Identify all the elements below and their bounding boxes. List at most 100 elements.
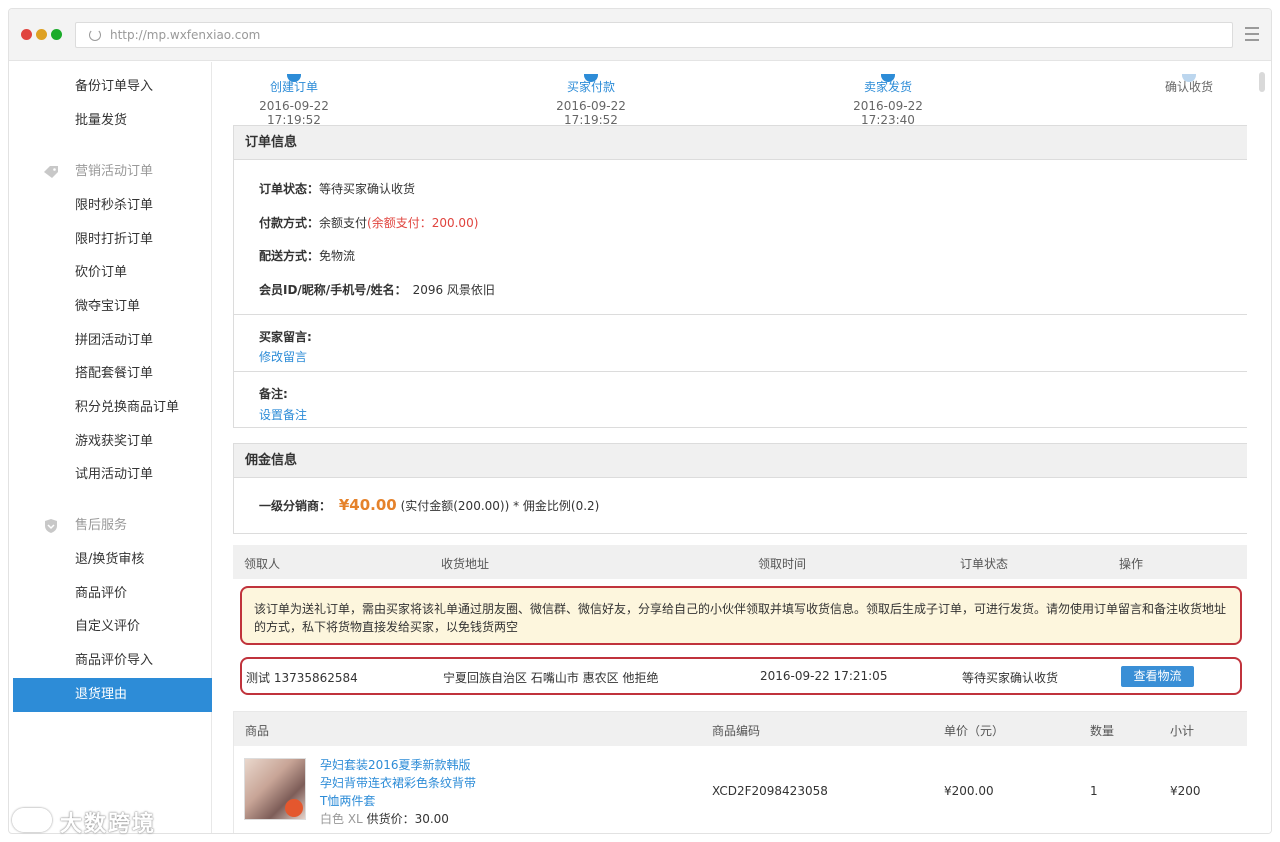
shipping-row: 配送方式：免物流: [259, 247, 355, 264]
sidebar-item-lottery[interactable]: 微夺宝订单: [13, 290, 212, 324]
commission-detail: (实付金额(200.00)) * 佣金比例(0.2): [400, 499, 600, 513]
remark-label: 备注:: [259, 385, 288, 402]
product-code: XCD2F2098423058: [712, 784, 828, 798]
field-label: 付款方式：: [259, 216, 320, 230]
column-header: 单价（元）: [944, 724, 1005, 738]
sidebar-item-batch-ship[interactable]: 批量发货: [13, 104, 212, 138]
commission-row: 一级分销商： ¥40.00 (实付金额(200.00)) * 佣金比例(0.2): [259, 496, 599, 514]
product-spec: 白色 XL 供货价：30.00: [320, 810, 449, 827]
buyer-message-label: 买家留言:: [259, 328, 312, 345]
field-label: 配送方式：: [259, 249, 320, 263]
url-text[interactable]: http://mp.wxfenxiao.com: [110, 28, 260, 42]
step-time: 2016-09-22 17:19:52: [259, 99, 329, 127]
sidebar-item-return-review[interactable]: 退/换货审核: [13, 543, 212, 577]
member-value: 2096 风景依旧: [412, 283, 495, 297]
product-name-link[interactable]: 孕妇套装2016夏季新款韩版孕妇背带连衣裙彩色条纹背带T恤两件套: [320, 756, 480, 810]
divider: [234, 314, 1249, 315]
time-cell: 2016-09-22 17:21:05: [760, 669, 888, 683]
step-time: 2016-09-22 17:19:52: [556, 99, 626, 127]
sidebar-group-label: 售后服务: [75, 518, 128, 533]
watermark-logo: [12, 808, 52, 832]
field-label: 订单状态：: [259, 182, 320, 196]
panel-title: 佣金信息: [234, 444, 1249, 478]
column-header: 商品编码: [712, 724, 761, 738]
payment-value: 余额支付: [319, 216, 368, 230]
supply-price: 供货价：30.00: [366, 812, 449, 826]
shield-icon: [45, 519, 57, 533]
sidebar-item-custom-review[interactable]: 自定义评价: [13, 610, 212, 644]
close-window-button[interactable]: [21, 29, 32, 40]
sidebar-item-combo[interactable]: 搭配套餐订单: [13, 357, 212, 391]
step-buyer-pay: 买家付款 2016-09-22 17:19:52: [536, 74, 646, 127]
payment-detail: (余额支付：200.00): [367, 216, 479, 230]
sidebar-item-points[interactable]: 积分兑换商品订单: [13, 391, 212, 425]
gift-order-notice: 该订单为送礼订单，需由买家将该礼单通过朋友圈、微信群、微信好友，分享给自己的小伙…: [240, 586, 1242, 645]
field-label: 一级分销商：: [259, 499, 332, 513]
field-label: 备注:: [259, 387, 288, 401]
column-header: 订单状态: [960, 557, 1009, 571]
maximize-window-button[interactable]: [51, 29, 62, 40]
commission-panel: 佣金信息 一级分销商： ¥40.00 (实付金额(200.00)) * 佣金比例…: [233, 443, 1250, 534]
quantity: 1: [1090, 784, 1098, 798]
sidebar-item-backup-import[interactable]: 备份订单导入: [13, 70, 212, 104]
order-status-row: 订单状态：等待买家确认收货: [259, 180, 415, 197]
browser-window: http://mp.wxfenxiao.com 备份订单导入 批量发货 营销活动…: [8, 8, 1272, 834]
column-header: 领取人: [244, 557, 281, 571]
spec-value: 白色 XL: [320, 812, 363, 826]
step-time: 2016-09-22 17:23:40: [853, 99, 923, 127]
sidebar-item-product-review[interactable]: 商品评价: [13, 577, 212, 611]
view-logistics-button[interactable]: 查看物流: [1121, 666, 1194, 687]
field-label: 买家留言:: [259, 330, 312, 344]
sidebar-item-game[interactable]: 游戏获奖订单: [13, 425, 212, 459]
sidebar-group-marketing: 营销活动订单: [13, 155, 212, 189]
order-info-panel: 订单信息 订单状态：等待买家确认收货 付款方式：余额支付(余额支付：200.00…: [233, 125, 1250, 428]
field-label: 会员ID/昵称/手机号/姓名：: [259, 283, 407, 297]
panel-title: 订单信息: [234, 126, 1249, 160]
column-header: 操作: [1119, 557, 1144, 571]
column-header: 数量: [1090, 724, 1115, 738]
column-header: 领取时间: [758, 557, 807, 571]
divider: [234, 371, 1249, 372]
status-cell: 等待买家确认收货: [962, 671, 1059, 685]
order-status-value: 等待买家确认收货: [319, 182, 416, 196]
receiver-cell: 测试 13735862584: [246, 671, 358, 685]
member-row: 会员ID/昵称/手机号/姓名： 2096 风景依旧: [259, 281, 495, 298]
scrollbar-handle[interactable]: [1259, 72, 1265, 92]
step-seller-ship: 卖家发货 2016-09-22 17:23:40: [833, 74, 943, 127]
scrollbar[interactable]: [1247, 62, 1271, 833]
goods-table: 商品 商品编码 单价（元） 数量 小计 孕妇套装2016夏季新款韩版孕妇背带连衣…: [233, 711, 1250, 833]
column-header: 收货地址: [441, 557, 490, 571]
payment-row: 付款方式：余额支付(余额支付：200.00): [259, 214, 478, 231]
sidebar-item-review-import[interactable]: 商品评价导入: [13, 644, 212, 678]
subtotal: ¥200: [1170, 784, 1201, 798]
menu-icon[interactable]: [1245, 27, 1259, 41]
edit-message-link[interactable]: 修改留言: [259, 348, 307, 365]
main-content: 创建订单 2016-09-22 17:19:52 买家付款 2016-09-22…: [214, 62, 1271, 833]
address-bar[interactable]: http://mp.wxfenxiao.com: [75, 22, 1233, 48]
minimize-window-button[interactable]: [36, 29, 47, 40]
table-header: 商品 商品编码 单价（元） 数量 小计: [234, 712, 1249, 746]
browser-toolbar: http://mp.wxfenxiao.com: [9, 9, 1271, 61]
shipping-value: 免物流: [319, 249, 356, 263]
reload-icon[interactable]: [89, 29, 101, 41]
table-header: 领取人 收货地址 领取时间 订单状态 操作: [233, 545, 1250, 579]
set-remark-link[interactable]: 设置备注: [259, 406, 307, 423]
sidebar-item-group-buy[interactable]: 拼团活动订单: [13, 324, 212, 358]
step-confirm-receipt: 确认收货: [1154, 74, 1224, 95]
sidebar: 备份订单导入 批量发货 营销活动订单 限时秒杀订单 限时打折订单 砍价订单 微夺…: [13, 62, 212, 833]
column-header: 商品: [245, 724, 270, 738]
sidebar-item-flash-sale[interactable]: 限时秒杀订单: [13, 189, 212, 223]
sidebar-item-bargain[interactable]: 砍价订单: [13, 256, 212, 290]
watermark: 大数跨境: [60, 812, 157, 837]
sidebar-item-discount[interactable]: 限时打折订单: [13, 223, 212, 257]
product-thumbnail[interactable]: [244, 758, 306, 820]
commission-amount: ¥40.00: [338, 496, 397, 514]
badge-icon: [285, 799, 303, 817]
sidebar-item-trial[interactable]: 试用活动订单: [13, 458, 212, 492]
column-header: 小计: [1170, 724, 1195, 738]
sidebar-group-aftersale: 售后服务: [13, 509, 212, 543]
sidebar-item-return-reason[interactable]: 退货理由: [13, 678, 212, 712]
receiver-table: 领取人 收货地址 领取时间 订单状态 操作 该订单为送礼订单，需由买家将该礼单通…: [233, 545, 1250, 698]
step-create-order: 创建订单 2016-09-22 17:19:52: [239, 74, 349, 127]
address-cell: 宁夏回族自治区 石嘴山市 惠农区 他拒绝: [443, 671, 659, 685]
